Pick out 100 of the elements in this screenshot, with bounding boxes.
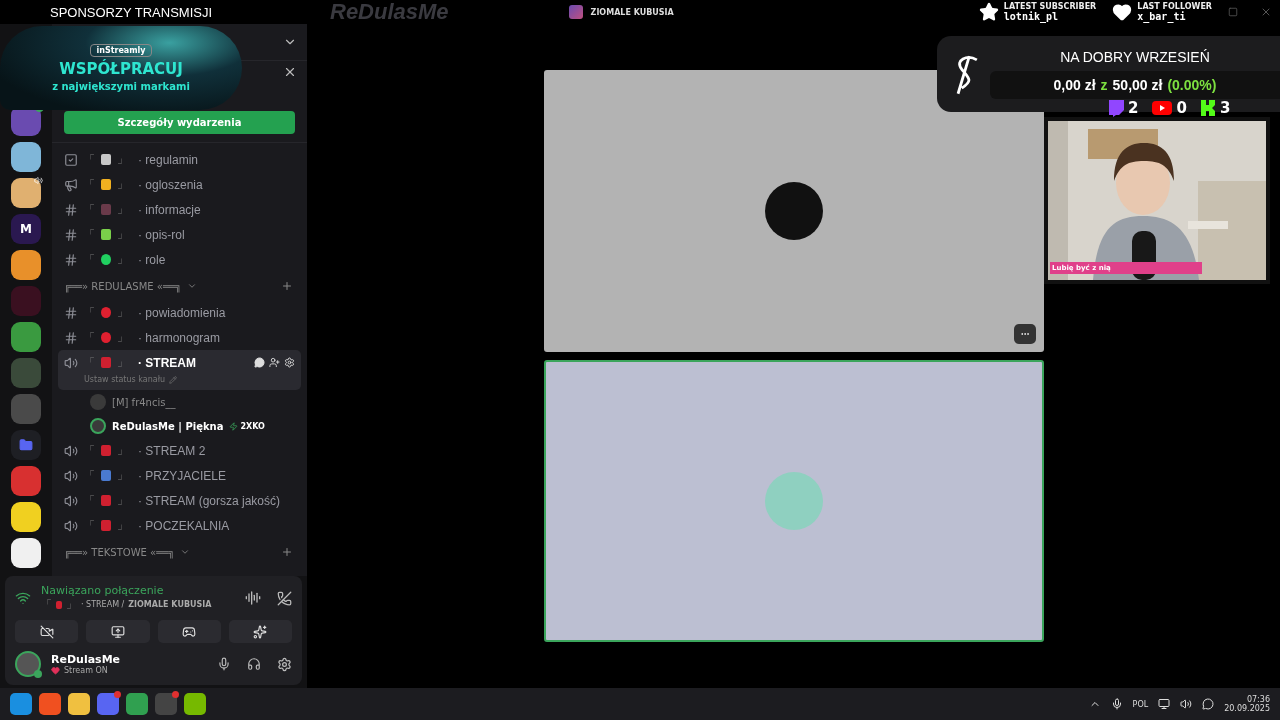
deafen-button[interactable] [247,657,261,671]
channel-item[interactable]: 「 」 · STREAM Ustaw status kanału [58,350,301,390]
notification-icon[interactable] [1202,698,1215,710]
goal-percent: (0.00%) [1167,77,1217,93]
channel-item[interactable]: 「 」 · STREAM (gorsza jakość) [58,488,301,513]
channel-logo-text: ReDulasMe [330,0,449,25]
channel-item[interactable]: 「 」 · role [58,247,301,272]
category-title[interactable]: ╔══» REDULASME «══╗ [64,280,181,292]
server-folder[interactable] [11,430,41,460]
channel-item[interactable]: 「 」 · opis-rol [58,222,301,247]
server-icon[interactable] [11,538,41,568]
kick-icon [1200,100,1216,116]
heart-icon [1112,2,1133,22]
channel-item[interactable]: 「 」 · regulamin [58,147,301,172]
channel-name: · ogloszenia [138,177,203,192]
volume-icon[interactable] [1180,698,1193,710]
settings-button[interactable] [277,656,292,672]
clock-date[interactable]: 20.09.2025 [1224,704,1270,713]
channel-name: · powiadomienia [138,305,226,320]
bracket-close: 」 [117,443,128,458]
chat-icon[interactable] [254,357,265,368]
follower-label: LAST FOLLOWER [1137,2,1212,11]
connection-icon [15,590,31,606]
voice-user-name[interactable]: [M] fr4ncis__ [112,396,176,408]
channel-item[interactable]: 「 」 · PRZYJACIELE [58,463,301,488]
goal-current: 0,00 zł [1053,77,1096,93]
channel-name: · opis-rol [138,227,185,242]
close-icon[interactable] [283,65,297,79]
channel-name: · harmonogram [138,330,221,345]
bracket-close: 」 [117,355,128,370]
brand-label: inStreamly [90,44,152,57]
invite-icon[interactable] [269,357,280,368]
effects-button[interactable] [228,620,292,643]
speaker-icon [64,443,78,458]
taskbar-app-icon[interactable] [39,693,61,715]
bracket-close: 」 [117,468,128,483]
plus-icon[interactable] [281,280,293,292]
taskbar-app-icon[interactable] [184,693,206,715]
user-status: Stream ON [64,666,108,675]
video-tile[interactable] [543,70,1044,352]
server-icon[interactable] [11,502,41,532]
bracket-open: 「 [84,305,95,320]
disconnect-button[interactable] [277,590,292,606]
channel-item[interactable]: 「 」 · POCZEKALNIA [58,513,301,538]
channel-name: · informacje [138,202,201,217]
bracket-close: 」 [117,152,128,167]
voice-user-name[interactable]: ReDulasMe | Piękna [112,420,224,432]
bracket-close: 」 [117,202,128,217]
sponsor-banner[interactable]: inStreamly WSPÓŁPRACUJ z największymi markami [0,26,242,110]
viewer-count: 0 [1176,99,1187,117]
more-button[interactable] [1013,324,1036,344]
locked-hash-icon [64,330,78,345]
plus-icon[interactable] [281,546,293,558]
viewer-count: 2 [1128,99,1139,117]
server-icon[interactable] [11,250,41,280]
server-icon [568,5,583,19]
soundboard-button[interactable] [245,590,261,606]
activity-button[interactable] [157,620,221,643]
channel-item[interactable]: 「 」 · ogloszenia [58,172,301,197]
channel-item[interactable]: 「 」 · STREAM 2 [58,438,301,463]
microphone-icon[interactable] [1110,698,1123,710]
taskbar-app-icon[interactable] [10,693,32,715]
bracket-close: 」 [117,305,128,320]
voice-server-name[interactable]: ZIOMALE KUBUSIA [128,600,212,609]
server-icon[interactable] [11,178,41,208]
subscriber-label: LATEST SUBSCRIBER [1003,2,1097,11]
camera-button[interactable] [15,620,79,643]
connection-status: Nawiązano połączenie [41,584,165,597]
activity-tag: 2XKO [229,421,265,431]
server-icon[interactable] [11,142,41,172]
speaker-icon [64,468,78,483]
clock-time[interactable]: 07:36 [1246,695,1270,704]
network-icon[interactable] [1158,698,1171,710]
bracket-close: 」 [117,330,128,345]
speaker-icon [64,493,78,508]
channel-item[interactable]: 「 」 · informacje [58,197,301,222]
follower-name: x_bar_ti [1137,11,1187,22]
video-tile[interactable] [543,360,1044,642]
speaker-icon [64,355,78,370]
hash-icon [64,202,78,217]
language-indicator[interactable]: POL [1132,699,1149,709]
channel-item[interactable]: 「 」 · powiadomienia [58,300,301,325]
settings-icon[interactable] [284,357,295,368]
goal-target: 50,00 zł [1112,77,1163,93]
mute-button[interactable] [217,657,231,671]
bracket-open: 「 [84,355,95,370]
bracket-open: 「 [84,493,95,508]
rules-icon [64,152,78,167]
user-avatar[interactable] [15,651,41,677]
bracket-open: 「 [84,152,95,167]
taskbar-app-icon[interactable] [126,693,148,715]
voice-channel-name[interactable]: · STREAM / [81,600,125,609]
lightning-icon [229,421,239,431]
taskbar-app-icon[interactable] [68,693,90,715]
hash-icon [64,227,78,242]
channel-item[interactable]: 「 」 · harmonogram [58,325,301,350]
server-icon[interactable]: M [11,214,41,244]
screen-share-button[interactable] [86,620,150,643]
bracket-close: 」 [66,597,77,612]
category-title[interactable]: ╔══» TEKSTOWE «══╗ [64,546,175,558]
